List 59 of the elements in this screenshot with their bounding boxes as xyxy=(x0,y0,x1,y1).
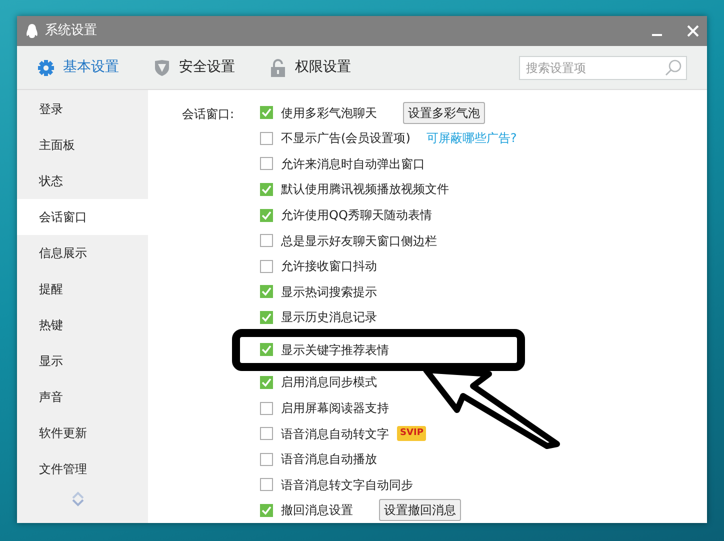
checkbox[interactable] xyxy=(260,427,274,440)
option-label: 语音消息自动转文字 xyxy=(281,426,390,443)
option-label: 启用消息同步模式 xyxy=(281,374,378,392)
checkbox[interactable] xyxy=(260,402,274,414)
checkbox[interactable] xyxy=(260,106,274,120)
checkbox[interactable] xyxy=(260,504,274,517)
settings-tab[interactable]: 基本设置 xyxy=(37,57,119,78)
gear-icon xyxy=(37,58,55,76)
option-label: 允许使用QQ秀聊天随动表情 xyxy=(281,207,432,224)
sidebar-item[interactable]: 信息展示 xyxy=(17,235,148,271)
sidebar-item[interactable]: 会话窗口 xyxy=(17,199,148,235)
option-label: 允许接收窗口抖动 xyxy=(281,258,378,276)
checkbox[interactable] xyxy=(260,478,274,492)
settings-button[interactable]: 设置多彩气泡 xyxy=(403,102,486,124)
option-label: 启用屏幕阅读器支持 xyxy=(281,400,390,417)
settings-button[interactable]: 设置撤回消息 xyxy=(379,499,462,522)
option-label: 不显示广告(会员设置项) xyxy=(281,130,410,148)
sidebar-item[interactable]: 主面板 xyxy=(17,127,148,163)
checkbox[interactable] xyxy=(260,343,274,356)
checkbox[interactable] xyxy=(260,234,274,248)
option-label: 总是显示好友聊天窗口侧边栏 xyxy=(281,232,438,250)
checkbox[interactable] xyxy=(260,182,274,196)
chevron-down-icon[interactable] xyxy=(72,499,84,507)
checkbox[interactable] xyxy=(260,376,274,389)
search-field[interactable]: 搜索设置项 xyxy=(519,56,687,80)
checkbox[interactable] xyxy=(260,260,274,273)
sidebar-item[interactable]: 状态 xyxy=(17,163,148,199)
option-label: 撤回消息设置 xyxy=(281,502,354,520)
checkbox[interactable] xyxy=(260,208,274,222)
window-title: 系统设置 xyxy=(45,22,97,40)
checkbox[interactable] xyxy=(260,452,274,466)
checkbox[interactable] xyxy=(260,132,274,145)
sidebar-item[interactable]: 文件管理 xyxy=(17,451,148,487)
option-label: 默认使用腾讯视频播放视频文件 xyxy=(281,181,450,198)
sidebar-item[interactable]: 登录 xyxy=(17,91,148,127)
shield-icon xyxy=(153,58,171,76)
option-label: 显示历史消息记录 xyxy=(281,309,378,326)
sidebar-item[interactable]: 显示 xyxy=(17,343,148,379)
option-label: 显示关键字推荐表情 xyxy=(281,342,390,359)
option-label: 语音消息转文字自动同步 xyxy=(281,476,414,494)
checkbox[interactable] xyxy=(260,157,274,170)
sidebar-item[interactable]: 热键 xyxy=(17,307,148,343)
checkbox[interactable] xyxy=(260,285,274,298)
close-icon[interactable] xyxy=(687,25,699,37)
option-label: 显示热词搜索提示 xyxy=(281,284,378,301)
sidebar-item[interactable]: 软件更新 xyxy=(17,415,148,451)
option-label: 允许来消息时自动弹出窗口 xyxy=(281,156,426,173)
settings-tab[interactable]: 权限设置 xyxy=(269,57,351,78)
option-label: 使用多彩气泡聊天 xyxy=(281,104,378,122)
sidebar-item[interactable]: 提醒 xyxy=(17,271,148,307)
penguin-icon xyxy=(25,23,39,39)
lock-icon xyxy=(269,58,287,76)
search-icon xyxy=(664,58,682,76)
option-label: 语音消息自动播放 xyxy=(281,451,378,468)
sidebar-item[interactable]: 声音 xyxy=(17,379,148,415)
chevron-up-icon[interactable] xyxy=(72,491,84,499)
checkbox[interactable] xyxy=(260,310,274,324)
settings-tab[interactable]: 安全设置 xyxy=(153,57,235,78)
section-label: 会话窗口: xyxy=(182,106,234,123)
